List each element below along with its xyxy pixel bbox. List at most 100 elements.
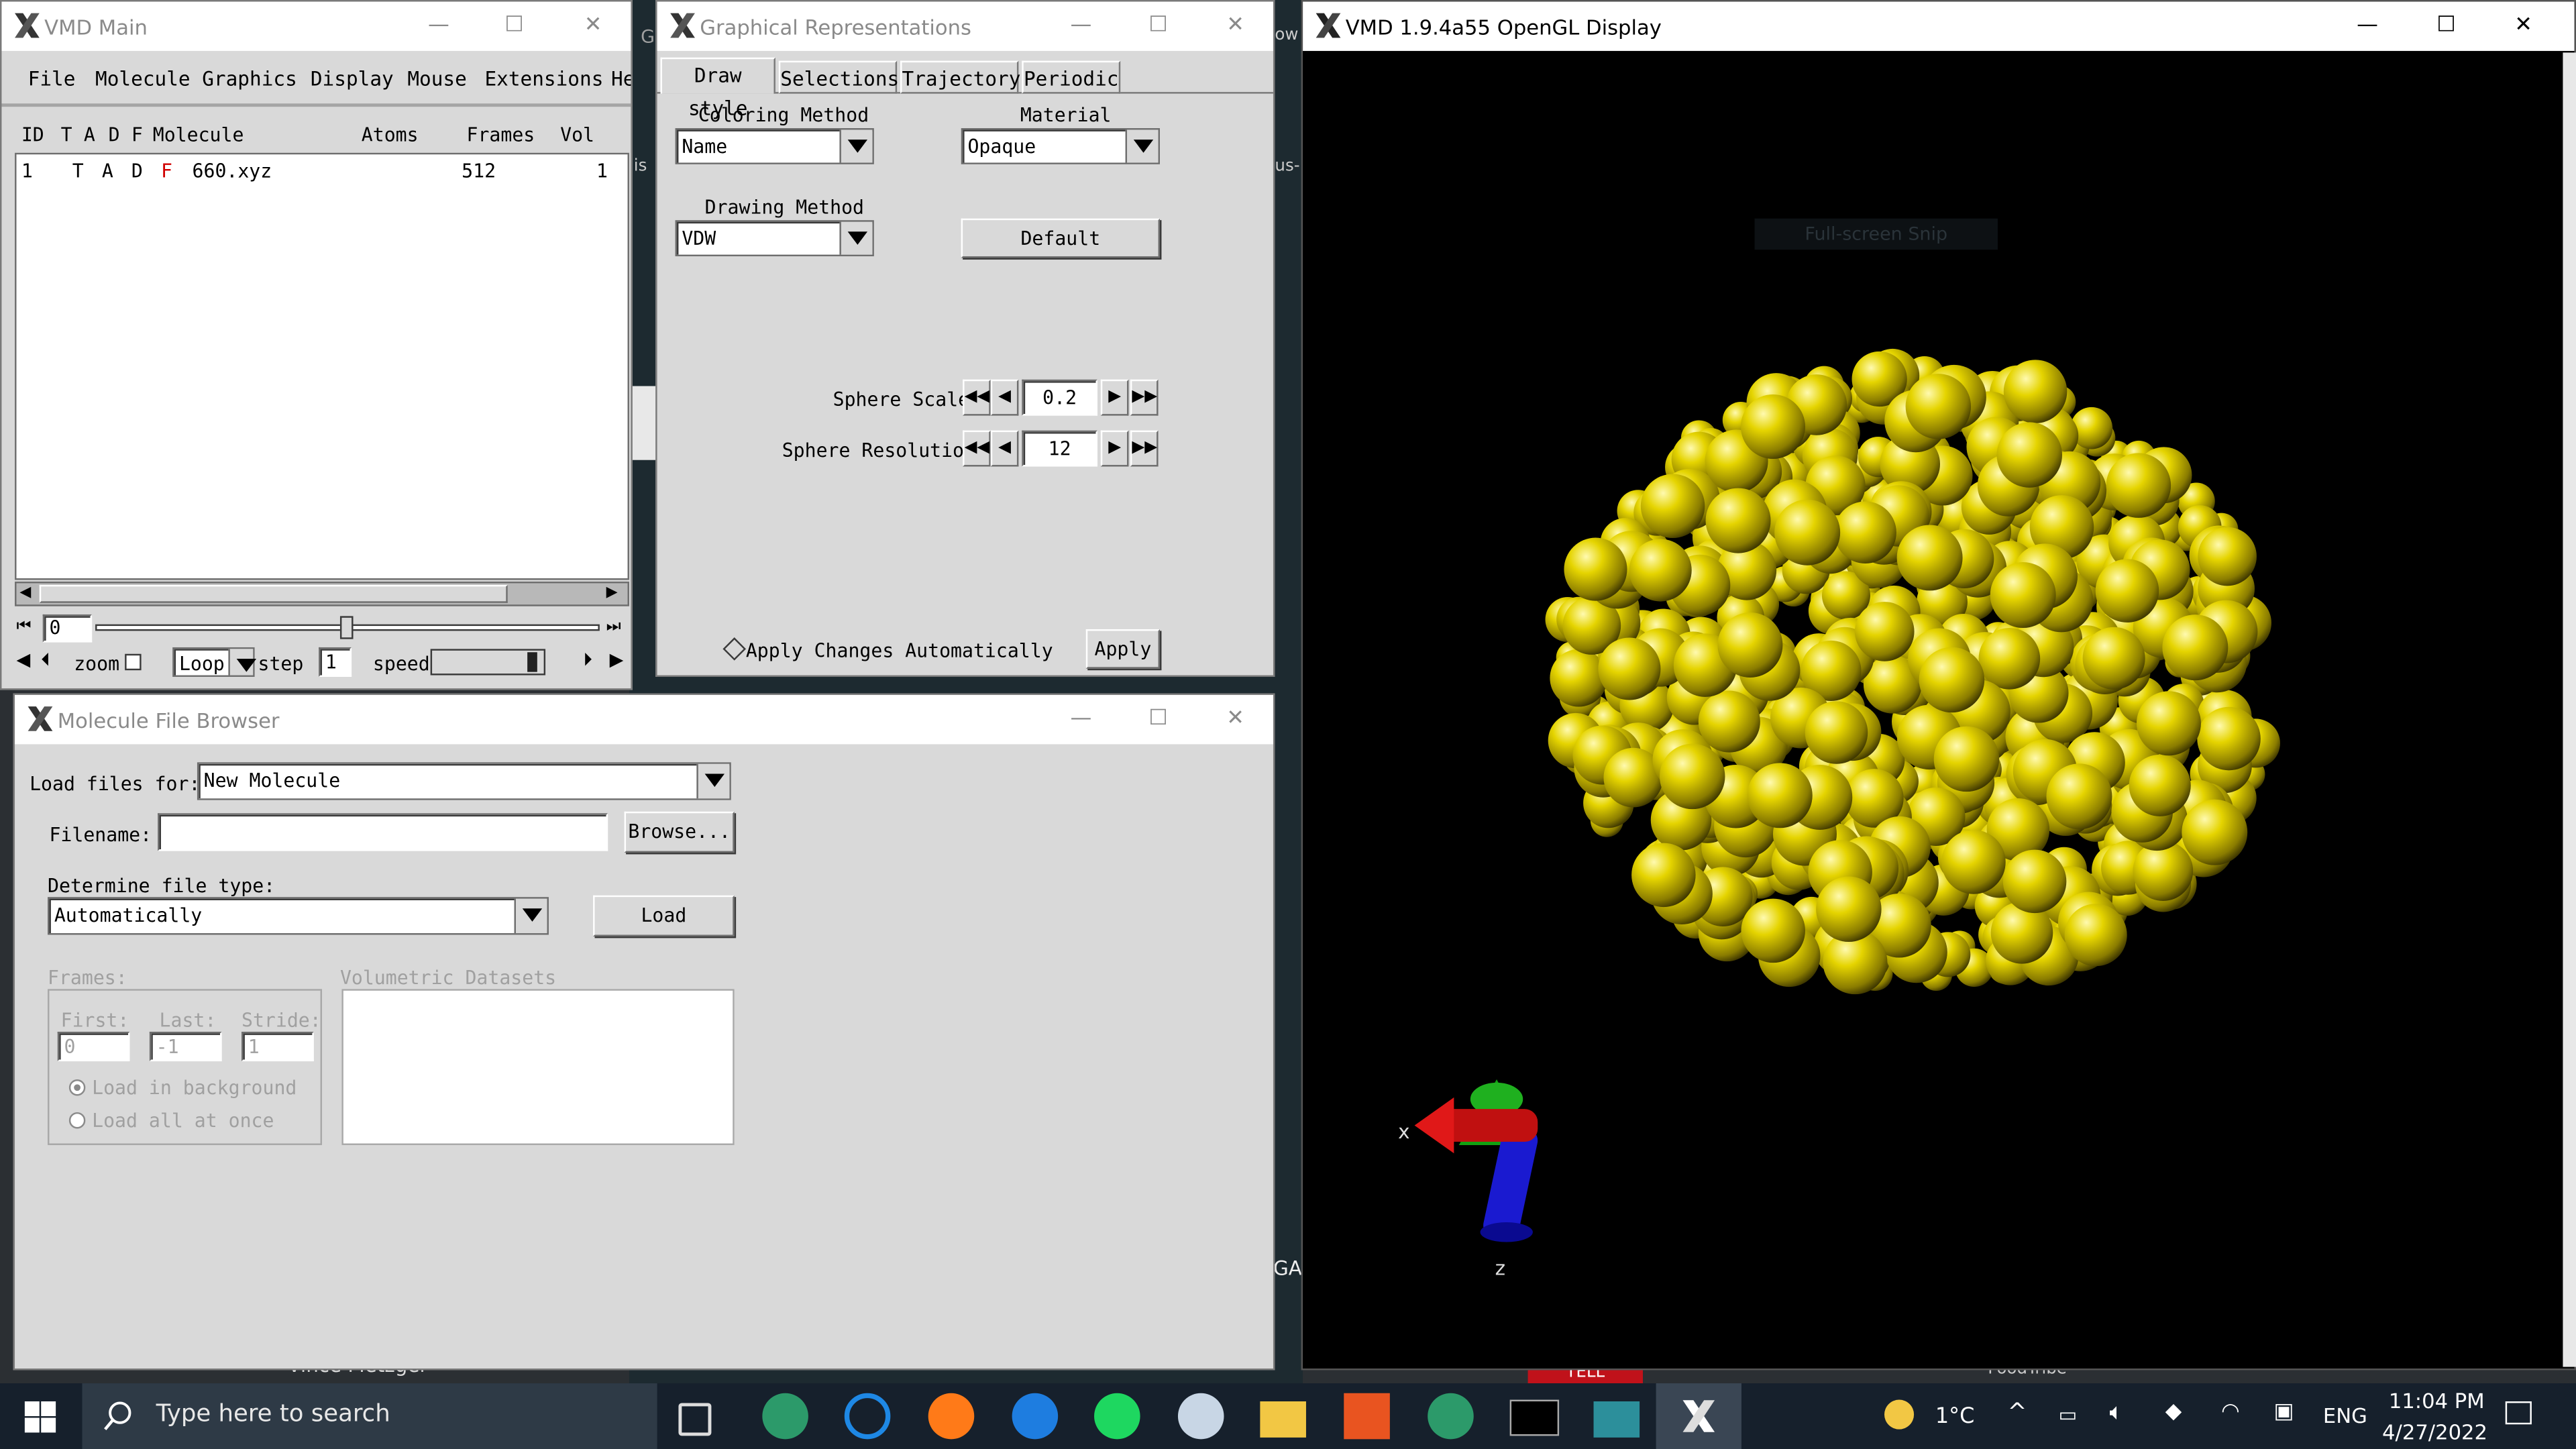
- weather-icon[interactable]: [1884, 1399, 1915, 1430]
- molecule-list[interactable]: 1 T A D F 660.xyz 512 1: [15, 152, 629, 580]
- menu-extensions[interactable]: Extensions: [484, 67, 603, 90]
- battery-icon[interactable]: ▭: [2059, 1403, 2078, 1426]
- terminal-icon[interactable]: [1509, 1399, 1560, 1436]
- tab-selections[interactable]: Selections: [778, 60, 899, 94]
- language-indicator[interactable]: ENG: [2323, 1403, 2367, 1428]
- load-background-radio[interactable]: [68, 1079, 86, 1096]
- sphere-scale-fast-increase-button[interactable]: ▶▶: [1130, 379, 1159, 416]
- menu-help[interactable]: He: [611, 67, 631, 90]
- maximize-button[interactable]: ☐: [1135, 702, 1181, 738]
- camera-icon[interactable]: ▣: [2273, 1400, 2294, 1425]
- frame-slider-handle[interactable]: [339, 616, 354, 639]
- step-entry[interactable]: 1: [319, 647, 352, 677]
- first-input[interactable]: 0: [57, 1031, 130, 1062]
- row-f[interactable]: F: [161, 160, 172, 182]
- browse-button[interactable]: Browse...: [624, 811, 735, 853]
- material-select[interactable]: Opaque: [961, 128, 1160, 164]
- skip-end-icon[interactable]: ⏭: [606, 618, 631, 639]
- notifications-icon[interactable]: [2505, 1401, 2532, 1425]
- table-row[interactable]: 1 T A D F 660.xyz 512 1: [16, 158, 627, 184]
- dropdown-arrow-icon[interactable]: [839, 129, 873, 163]
- sphere-scale-entry[interactable]: 0.2: [1022, 379, 1097, 416]
- minimize-button[interactable]: —: [1058, 8, 1104, 44]
- scroll-thumb[interactable]: [39, 584, 508, 603]
- spotify-icon[interactable]: [1094, 1393, 1140, 1440]
- ubuntu-icon[interactable]: [1344, 1393, 1390, 1440]
- clock-time[interactable]: 11:04 PM: [2389, 1388, 2485, 1413]
- speed-slider-handle[interactable]: [527, 652, 537, 672]
- maximize-button[interactable]: ☐: [2423, 8, 2469, 44]
- load-files-for-select[interactable]: New Molecule: [197, 762, 731, 800]
- minimize-button[interactable]: —: [2345, 8, 2391, 44]
- tab-trajectory[interactable]: Trajectory: [900, 60, 1020, 94]
- menu-display[interactable]: Display: [311, 67, 394, 90]
- chatgpt-app-icon-2[interactable]: [1428, 1393, 1474, 1440]
- play-reverse-icon[interactable]: ◀: [16, 649, 39, 675]
- sphere-resolution-increase-button[interactable]: ▶: [1100, 430, 1129, 467]
- scroll-right-icon[interactable]: ▶: [606, 585, 623, 603]
- menu-graphics[interactable]: Graphics: [202, 67, 297, 90]
- vmd-taskbar-button[interactable]: [1656, 1383, 1741, 1449]
- load-all-radio[interactable]: [68, 1112, 86, 1129]
- minimize-button[interactable]: —: [416, 8, 462, 44]
- maximize-button[interactable]: ☐: [491, 8, 537, 44]
- zoom-checkbox[interactable]: [125, 653, 142, 671]
- apply-button[interactable]: Apply: [1085, 629, 1160, 669]
- tab-draw-style[interactable]: Draw style: [660, 57, 775, 120]
- dropdown-arrow-icon[interactable]: [514, 898, 547, 934]
- close-button[interactable]: ✕: [2500, 8, 2546, 44]
- load-button[interactable]: Load: [593, 895, 735, 936]
- close-button[interactable]: ✕: [570, 8, 616, 44]
- stride-input[interactable]: 1: [241, 1031, 314, 1062]
- firefox-icon[interactable]: [928, 1393, 975, 1440]
- search-box[interactable]: Type here to search: [82, 1383, 657, 1449]
- last-input[interactable]: -1: [149, 1031, 222, 1062]
- sphere-scale-decrease-button[interactable]: ◀: [990, 379, 1019, 416]
- row-a[interactable]: A: [102, 160, 113, 182]
- close-button[interactable]: ✕: [1212, 702, 1258, 738]
- app-icon[interactable]: [1593, 1401, 1640, 1438]
- sphere-resolution-fast-decrease-button[interactable]: ◀◀: [963, 430, 991, 467]
- menu-file[interactable]: File: [28, 67, 76, 90]
- minimize-button[interactable]: —: [1058, 702, 1104, 738]
- filename-input[interactable]: [158, 813, 608, 851]
- drawing-method-select[interactable]: VDW: [675, 220, 874, 257]
- scroll-left-icon[interactable]: ◀: [19, 585, 36, 603]
- skip-start-icon[interactable]: ⏮: [16, 618, 41, 639]
- close-button[interactable]: ✕: [1212, 8, 1258, 44]
- speed-slider[interactable]: [430, 649, 546, 676]
- apply-auto-checkbox[interactable]: [722, 637, 747, 661]
- file-type-select[interactable]: Automatically: [48, 897, 549, 935]
- task-view-icon[interactable]: [678, 1403, 712, 1436]
- row-t[interactable]: T: [72, 160, 84, 182]
- sphere-scale-increase-button[interactable]: ▶: [1100, 379, 1129, 416]
- dropdown-arrow-icon[interactable]: [839, 221, 873, 255]
- dropdown-arrow-icon[interactable]: [1125, 129, 1159, 163]
- maximize-button[interactable]: ☐: [1135, 8, 1181, 44]
- sphere-resolution-entry[interactable]: 12: [1022, 430, 1097, 467]
- cloud-app-icon[interactable]: [1177, 1393, 1224, 1440]
- coloring-method-select[interactable]: Name: [675, 128, 874, 164]
- default-button[interactable]: Default: [961, 218, 1160, 258]
- file-explorer-icon[interactable]: [1260, 1401, 1306, 1438]
- row-d[interactable]: D: [131, 160, 143, 182]
- loop-select[interactable]: Loop: [172, 647, 257, 677]
- step-back-icon[interactable]: ⏴: [41, 649, 64, 675]
- molecule-render[interactable]: [1303, 52, 2576, 1366]
- tab-periodic[interactable]: Periodic: [1022, 60, 1121, 94]
- horizontal-scrollbar[interactable]: ◀ ▶: [15, 581, 629, 606]
- wifi-icon[interactable]: ◠: [2221, 1400, 2240, 1425]
- chatgpt-app-icon[interactable]: [762, 1393, 808, 1440]
- play-forward-icon[interactable]: ▶: [610, 649, 631, 675]
- sphere-scale-fast-decrease-button[interactable]: ◀◀: [963, 379, 991, 416]
- safari-icon[interactable]: [1012, 1393, 1059, 1440]
- chevron-up-icon[interactable]: ^: [2008, 1400, 2027, 1426]
- volumetric-datasets-list[interactable]: [341, 989, 735, 1145]
- clock-date[interactable]: 4/27/2022: [2382, 1419, 2487, 1444]
- frame-entry[interactable]: 0: [42, 614, 93, 643]
- sphere-resolution-fast-increase-button[interactable]: ▶▶: [1130, 430, 1159, 467]
- volume-icon[interactable]: 🔈︎: [2110, 1400, 2124, 1426]
- temperature[interactable]: 1°C: [1935, 1405, 1974, 1430]
- step-forward-icon[interactable]: ⏵: [583, 649, 606, 675]
- windows-start-icon[interactable]: [24, 1401, 56, 1433]
